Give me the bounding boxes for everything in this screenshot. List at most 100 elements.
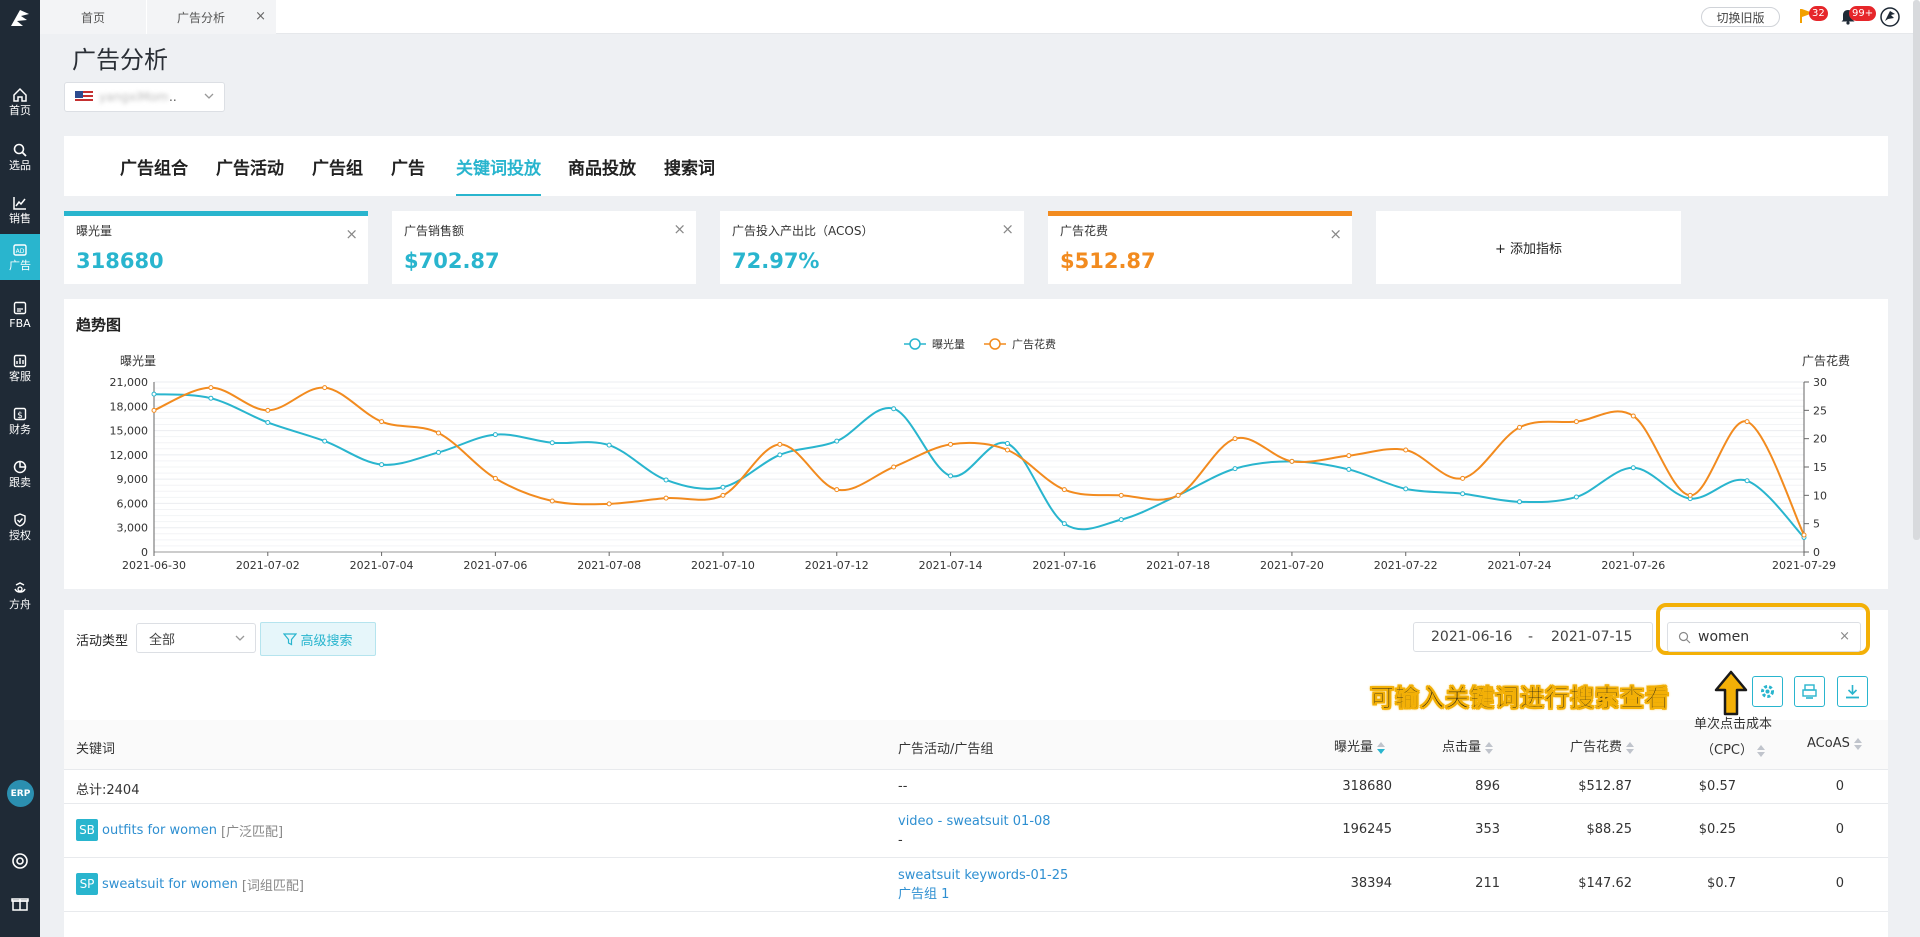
metric-card-impressions[interactable]: 曝光量 318680 × — [64, 211, 368, 284]
trend-chart-card: 趋势图 0 3,000 6,000 9,000 12,000 15,000 18,000 21… — [64, 299, 1888, 589]
x-tick-label: 2021-07-26 — [1601, 559, 1665, 572]
sidebar-item-home[interactable]: 首页 — [0, 79, 40, 125]
y-right-axis-label: 广告花费 — [1802, 353, 1850, 368]
metric-label: 广告花费 — [1060, 224, 1109, 238]
sidebar-item-auth[interactable]: 授权 — [0, 504, 40, 550]
tab-ad-analysis[interactable]: 广告分析 × — [146, 0, 276, 34]
app-logo-icon[interactable] — [7, 6, 33, 32]
svg-text:AD: AD — [16, 248, 25, 255]
metric-card-acos[interactable]: 广告投入产出比（ACOS） 72.97% × — [720, 211, 1024, 284]
ad-group-link[interactable]: 广告组 1 — [898, 885, 1068, 904]
data-point — [265, 407, 271, 413]
sidebar-item-follow[interactable]: 跟卖 — [0, 451, 40, 497]
data-point — [834, 438, 840, 444]
col-label: （CPC） — [1701, 743, 1753, 758]
add-metric-button[interactable]: + 添加指标 — [1376, 211, 1681, 284]
data-point — [1175, 492, 1181, 498]
sidebar-item-label: 选品 — [9, 159, 31, 172]
close-icon[interactable]: × — [1001, 220, 1014, 238]
metric-label: 广告投入产出比（ACOS） — [732, 224, 874, 238]
date-range-picker[interactable]: 2021-06-16 - 2021-07-15 — [1413, 622, 1653, 652]
tab-portfolio[interactable]: 广告组合 — [120, 136, 188, 196]
tab-ad-group[interactable]: 广告组 — [312, 136, 363, 196]
col-spend[interactable]: 广告花费 — [1570, 736, 1635, 755]
total-impressions: 318680 — [1342, 779, 1392, 794]
keyword-link[interactable]: outfits for women — [102, 823, 217, 838]
metric-card-ad-sales[interactable]: 广告销售额 $702.87 × — [392, 211, 696, 284]
data-point — [663, 477, 669, 483]
x-tick-label: 2021-07-08 — [577, 559, 641, 572]
sidebar-item-service[interactable]: 客服 — [0, 345, 40, 391]
advanced-search-button[interactable]: 高级搜索 — [260, 622, 376, 656]
clear-search-icon[interactable]: × — [1839, 629, 1850, 644]
svg-text:$: $ — [17, 411, 23, 421]
col-cpc[interactable]: 单次点击成本 （CPC） — [1694, 712, 1772, 764]
keyword-search-input[interactable]: women × — [1667, 622, 1861, 652]
campaign-cell: sweatsuit keywords-01-25 广告组 1 — [898, 866, 1068, 904]
erp-button[interactable]: ERP — [7, 780, 34, 807]
sidebar-item-sales[interactable]: 销售 — [0, 187, 40, 233]
close-icon[interactable]: × — [673, 220, 686, 238]
close-icon[interactable]: × — [1329, 225, 1342, 243]
close-icon[interactable]: × — [345, 225, 358, 243]
match-type: [词组匹配] — [241, 878, 304, 894]
tab-ad[interactable]: 广告 — [391, 136, 425, 196]
activity-type-select[interactable]: 全部 — [136, 623, 256, 653]
sidebar-item-fba[interactable]: FBA — [0, 292, 40, 338]
data-point — [1517, 424, 1523, 430]
y-left-tick-label: 21,000 — [110, 376, 149, 389]
total-spend: $512.87 — [1578, 779, 1632, 794]
data-point — [379, 419, 385, 425]
store-selector[interactable]: yangxiMom .. — [64, 82, 225, 112]
support-icon[interactable] — [11, 852, 29, 870]
flag-notification[interactable]: 32 — [1798, 6, 1828, 25]
data-point — [606, 501, 612, 507]
tab-keyword-targeting[interactable]: 关键词投放 — [456, 136, 541, 196]
us-flag-icon — [75, 91, 93, 103]
campaign-link[interactable]: video - sweatsuit 01-08 — [898, 812, 1051, 831]
legend-marker — [989, 338, 1001, 350]
sidebar-item-selection[interactable]: 选品 — [0, 134, 40, 180]
tab-search-terms[interactable]: 搜索词 — [664, 136, 715, 196]
switch-old-version-button[interactable]: 切换旧版 — [1701, 7, 1780, 27]
sidebar-item-finance[interactable]: $ 财务 — [0, 398, 40, 444]
campaign-link[interactable]: sweatsuit keywords-01-25 — [898, 866, 1068, 885]
ad-icon: AD — [13, 244, 27, 256]
ad-type-badge: SB — [76, 819, 98, 841]
search-annotation: 可输入关键词进行搜索查看 — [1370, 684, 1670, 713]
total-campaign: -- — [898, 779, 908, 794]
sidebar-item-label: 授权 — [9, 529, 31, 542]
data-point — [492, 475, 498, 481]
gift-icon[interactable] — [11, 894, 29, 912]
page-scrollbar[interactable] — [1913, 0, 1920, 540]
tab-home[interactable]: 首页 — [40, 0, 146, 34]
column-settings-button[interactable] — [1752, 676, 1783, 707]
tab-campaign[interactable]: 广告活动 — [216, 136, 284, 196]
sidebar-item-ads[interactable]: AD 广告 — [0, 234, 40, 280]
cpc-cell: $0.7 — [1707, 876, 1736, 891]
user-avatar[interactable] — [1880, 7, 1900, 27]
sidebar-item-ark[interactable]: 方舟 — [0, 573, 40, 619]
ad-type-tabs: 广告组合 广告活动 广告组 广告 关键词投放 商品投放 搜索词 — [64, 136, 1888, 196]
data-point — [379, 462, 385, 468]
data-point — [1232, 466, 1238, 472]
col-clicks[interactable]: 点击量 — [1442, 736, 1494, 755]
spend-cell: $88.25 — [1586, 822, 1633, 837]
col-impressions[interactable]: 曝光量 — [1334, 736, 1386, 755]
table-row: SB outfits for women [广泛匹配] video - sweats… — [64, 804, 1888, 858]
close-tab-icon[interactable]: × — [255, 9, 266, 24]
x-tick-label: 2021-06-30 — [122, 559, 186, 572]
ad-type-badge: SP — [76, 873, 98, 895]
col-acoas[interactable]: ACoAS — [1807, 736, 1862, 751]
tab-product-targeting[interactable]: 商品投放 — [568, 136, 636, 196]
bell-notification[interactable]: 99+ — [1839, 6, 1877, 25]
y-left-tick-label: 15,000 — [110, 425, 149, 438]
chevron-down-icon — [235, 635, 245, 641]
print-button[interactable] — [1794, 676, 1825, 707]
metric-label: 广告销售额 — [404, 224, 465, 238]
data-point — [265, 419, 271, 425]
download-button[interactable] — [1837, 676, 1868, 707]
keyword-link[interactable]: sweatsuit for women — [102, 877, 238, 892]
sidebar-item-label: 广告 — [9, 259, 31, 272]
metric-card-ad-spend[interactable]: 广告花费 $512.87 × — [1048, 211, 1352, 284]
